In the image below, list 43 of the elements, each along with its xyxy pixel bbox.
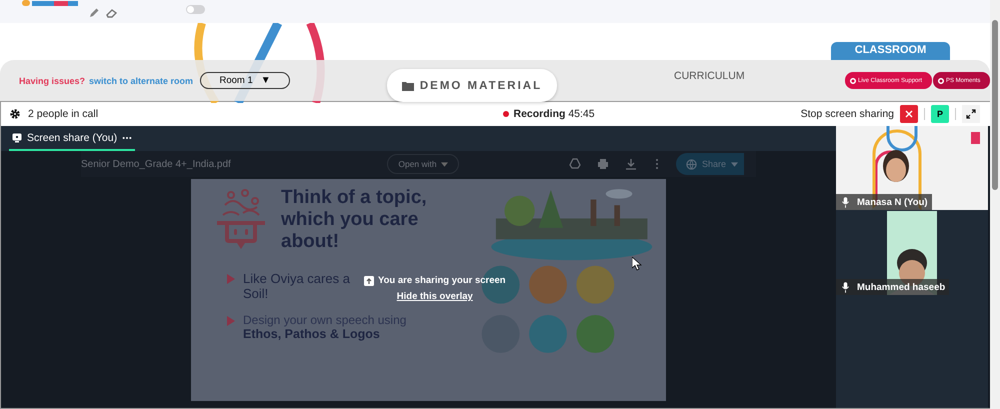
sharing-message: You are sharing your screen	[378, 275, 506, 286]
hide-overlay-link[interactable]: Hide this overlay	[396, 291, 473, 302]
scrollbar[interactable]	[990, 0, 1000, 409]
issue-text: Having issues?	[19, 76, 86, 86]
cursor-icon	[632, 257, 642, 271]
room-select[interactable]: Room 1 ▼	[200, 72, 290, 89]
drive-add-icon[interactable]	[569, 158, 581, 170]
print-icon[interactable]	[597, 158, 609, 170]
globe-icon	[686, 158, 697, 170]
fullscreen-button[interactable]	[962, 105, 980, 123]
stop-sharing-button[interactable]	[900, 105, 918, 123]
bullet-text: Ethos, Pathos & Logos	[243, 326, 381, 341]
screen-icon	[12, 132, 22, 142]
bullet-text: Like Oviya cares a	[243, 270, 350, 286]
recording-dot-icon	[503, 111, 510, 117]
microphone-icon[interactable]	[842, 282, 849, 292]
demo-material-button[interactable]: DEMO MATERIAL	[387, 69, 557, 102]
more-icon[interactable]	[122, 136, 132, 140]
download-icon[interactable]	[625, 158, 637, 170]
people-count: 2 people in call	[28, 108, 98, 120]
pencil-icon[interactable]	[88, 7, 100, 19]
expand-icon	[966, 109, 976, 119]
curriculum-tab[interactable]: CURRICULUM	[674, 70, 745, 82]
bullet-text: Soil!	[243, 286, 270, 301]
triangle-bullet-icon	[227, 274, 235, 284]
folder-icon	[402, 80, 414, 90]
triangle-bullet-icon	[227, 316, 235, 326]
avatar-button[interactable]: P	[931, 105, 949, 123]
classroom-tab[interactable]: CLASSROOM	[831, 42, 950, 60]
eraser-icon[interactable]	[106, 7, 118, 19]
participant-name: Muhammed haseeb	[857, 282, 946, 292]
open-with-button[interactable]: Open with	[387, 154, 459, 174]
recording-status: Recording 45:45	[513, 108, 595, 120]
toggle-switch[interactable]	[186, 5, 205, 14]
caret-icon	[731, 162, 738, 166]
settings-icon[interactable]	[9, 108, 21, 120]
file-name: Senior Demo_Grade 4+_India.pdf	[81, 158, 232, 170]
share-screen-icon	[364, 276, 374, 286]
kebab-menu-icon[interactable]	[655, 158, 659, 170]
stop-sharing-label: Stop screen sharing	[800, 108, 894, 120]
close-icon	[904, 109, 914, 119]
slide-title: Think of a topic, which you care about!	[281, 187, 428, 253]
caret-icon	[440, 162, 448, 166]
